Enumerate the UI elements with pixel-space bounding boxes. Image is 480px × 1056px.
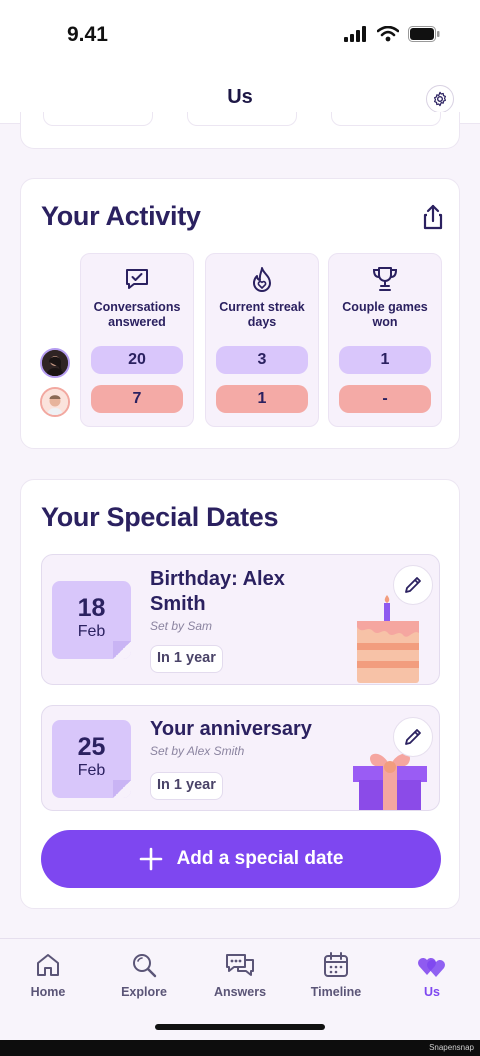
special-dates-card: Your Special Dates 18 Feb Birthday: Alex… xyxy=(20,479,460,909)
tab-label: Us xyxy=(424,985,440,999)
tab-label: Explore xyxy=(121,985,167,999)
stat-conversations: Conversations answered 20 7 xyxy=(80,253,194,427)
chat-check-icon xyxy=(126,269,148,289)
stat-streak: Current streak days 3 1 xyxy=(205,253,319,427)
tab-timeline[interactable]: Timeline xyxy=(296,949,376,999)
home-indicator xyxy=(155,1024,325,1030)
activity-title: Your Activity xyxy=(41,201,201,231)
edit-date-button[interactable] xyxy=(393,565,433,605)
add-special-date-button[interactable]: Add a special date xyxy=(41,830,441,888)
gear-icon xyxy=(434,91,446,107)
trophy-icon xyxy=(372,267,398,291)
share-icon xyxy=(423,204,443,230)
status-time: 9.41 xyxy=(67,23,108,46)
tab-explore[interactable]: Explore xyxy=(104,949,184,999)
special-date-item[interactable]: 25 Feb Your anniversary Set by Alex Smit… xyxy=(41,705,440,811)
previous-card-pill xyxy=(187,112,297,126)
flame-heart-icon xyxy=(253,267,271,292)
tab-answers[interactable]: Answers xyxy=(200,949,280,999)
pencil-icon xyxy=(405,577,421,593)
tab-us[interactable]: Us xyxy=(392,949,472,999)
stat-value-user: 3 xyxy=(216,346,308,374)
special-dates-title: Your Special Dates xyxy=(41,502,279,532)
tab-label: Timeline xyxy=(310,985,362,999)
battery-icon xyxy=(408,26,440,42)
stat-value-partner: 1 xyxy=(216,385,308,413)
system-icons xyxy=(344,26,440,42)
wifi-icon xyxy=(377,26,399,42)
add-special-date-label: Add a special date xyxy=(176,848,344,869)
stat-label: Conversations answered xyxy=(93,300,181,329)
stat-value-user: 1 xyxy=(339,346,431,374)
activity-card: Your Activity Conversations answered 20 … xyxy=(20,178,460,449)
stat-value-partner: - xyxy=(339,385,431,413)
stat-games: Couple games won 1 - xyxy=(328,253,442,427)
countdown-badge: In 1 year xyxy=(150,645,223,673)
tab-label: Home xyxy=(30,985,66,999)
birthday-cake-icon xyxy=(357,595,419,683)
plus-icon xyxy=(139,847,162,871)
search-icon xyxy=(133,954,157,978)
date-month: Feb xyxy=(77,623,106,640)
watermark: Snapensnap xyxy=(429,1043,474,1052)
partner-avatar-icon xyxy=(42,389,68,415)
footer-strip xyxy=(0,1040,480,1056)
calendar-icon xyxy=(324,952,348,977)
pencil-icon xyxy=(405,729,421,745)
page-fold xyxy=(113,780,131,798)
date-badge: 18 Feb xyxy=(52,581,131,659)
stat-label: Couple games won xyxy=(342,300,428,329)
tab-label: Answers xyxy=(213,985,267,999)
user-avatar-icon xyxy=(42,350,68,376)
stat-value-partner: 7 xyxy=(91,385,183,413)
top-bar: 9.41 Us xyxy=(0,0,480,124)
date-set-by: Set by Alex Smith xyxy=(150,744,245,758)
date-set-by: Set by Sam xyxy=(150,619,213,633)
date-day: 18 xyxy=(77,594,106,622)
date-day: 25 xyxy=(77,733,106,761)
previous-card xyxy=(20,112,460,149)
edit-date-button[interactable] xyxy=(393,717,433,757)
home-icon xyxy=(37,954,59,976)
chat-bubbles-icon xyxy=(226,954,254,976)
special-date-item[interactable]: 18 Feb Birthday: Alex Smith Set by Sam I… xyxy=(41,554,440,685)
page-fold xyxy=(113,641,131,659)
countdown-badge: In 1 year xyxy=(150,772,223,800)
settings-button[interactable] xyxy=(426,85,454,113)
date-title: Birthday: Alex Smith xyxy=(150,568,285,615)
share-button[interactable] xyxy=(421,203,445,231)
date-month: Feb xyxy=(77,762,106,779)
hearts-icon xyxy=(418,958,445,977)
date-title: Your anniversary xyxy=(150,718,312,740)
date-badge: 25 Feb xyxy=(52,720,131,798)
avatar xyxy=(40,348,70,378)
stat-label: Current streak days xyxy=(219,300,305,329)
tab-home[interactable]: Home xyxy=(8,949,88,999)
previous-card-pill xyxy=(331,112,441,126)
signal-icon xyxy=(344,26,366,42)
page-title: Us xyxy=(227,86,253,108)
stat-value-user: 20 xyxy=(91,346,183,374)
avatar xyxy=(40,387,70,417)
previous-card-pill xyxy=(43,112,153,126)
